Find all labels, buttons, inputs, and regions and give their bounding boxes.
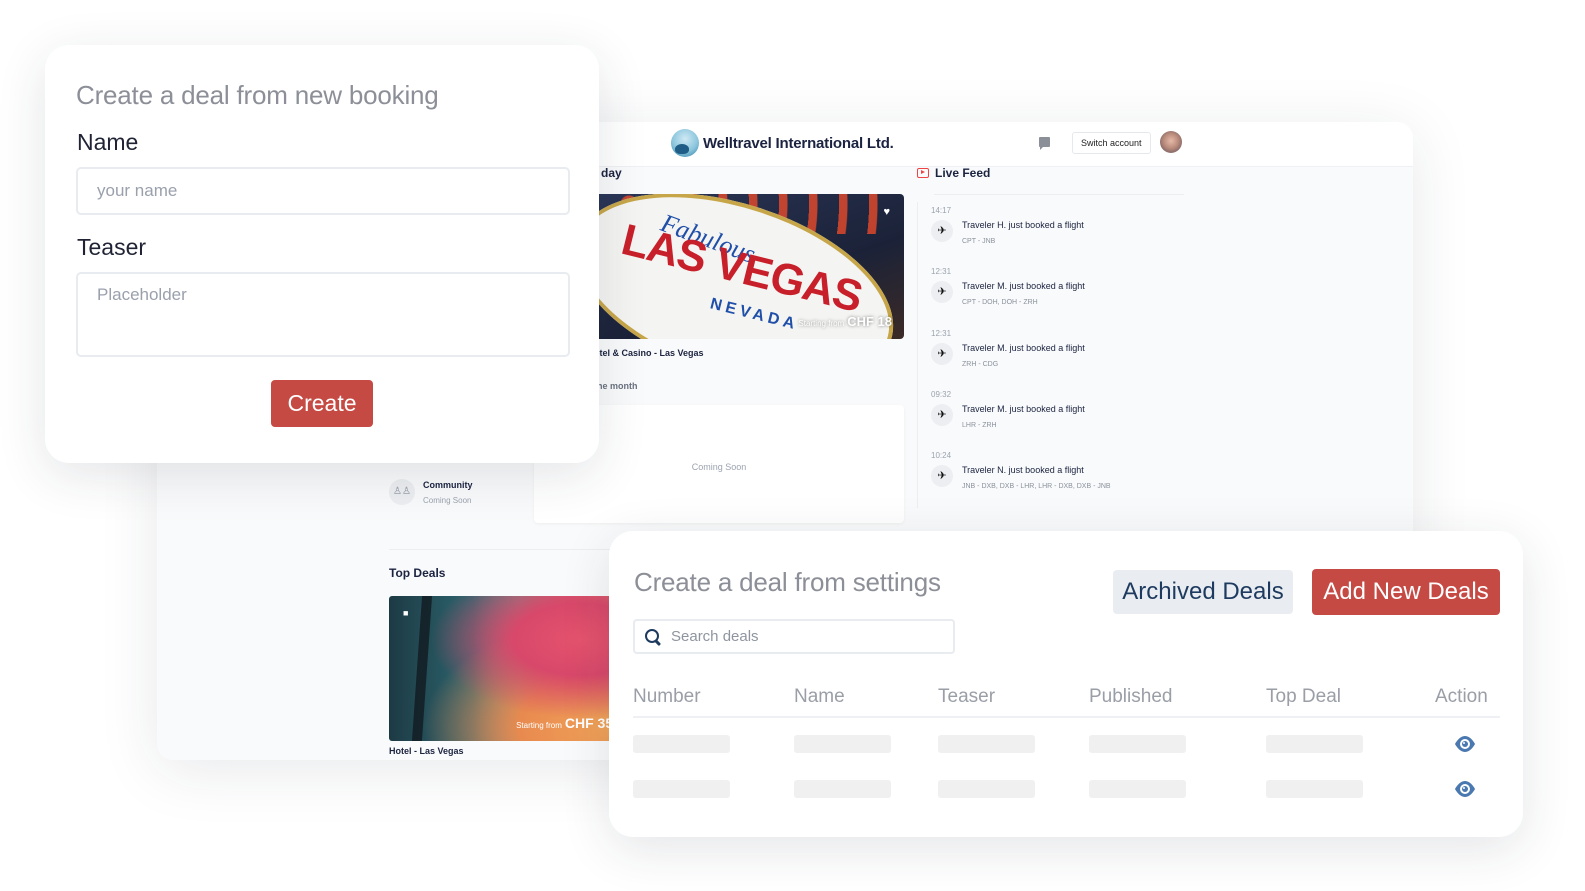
live-feed-title: Live Feed [935, 166, 991, 180]
column-header-name[interactable]: Name [794, 686, 845, 708]
tv-icon [917, 168, 929, 178]
eye-icon[interactable] [1453, 780, 1477, 798]
feed-item: 10:24 ✈ Traveler N. just booked a flight… [917, 447, 1187, 509]
teaser-label: Teaser [77, 234, 147, 260]
feed-text: Traveler H. just booked a flight [962, 220, 1084, 230]
create-deal-from-settings-card: Create a deal from settings Archived Dea… [609, 531, 1523, 837]
skeleton-cell [1089, 735, 1186, 753]
heart-icon[interactable]: ♥ [883, 206, 890, 218]
skeleton-cell [938, 780, 1035, 798]
feed-route: JNB - DXB, DXB - LHR, LHR - DXB, DXB - J… [962, 483, 1111, 491]
search-icon [644, 628, 662, 646]
community-icon: ♙♙ [389, 479, 415, 505]
search-input[interactable] [671, 628, 941, 645]
create-button[interactable]: Create [271, 380, 373, 427]
forest-image [411, 596, 433, 741]
price-prefix: Starting from [516, 721, 562, 730]
column-header-number[interactable]: Number [633, 686, 701, 708]
skeleton-cell [794, 735, 891, 753]
feed-item: 09:32 ✈ Traveler M. just booked a flight… [917, 385, 1187, 448]
feed-route: CPT - JNB [962, 238, 996, 245]
coming-soon-text: Coming Soon [691, 462, 747, 472]
top-deal-price: Starting from CHF 35. [516, 715, 617, 731]
skeleton-cell [938, 735, 1035, 753]
column-header-teaser[interactable]: Teaser [938, 686, 995, 708]
skeleton-cell [1266, 780, 1363, 798]
column-header-top-deal[interactable]: Top Deal [1266, 686, 1341, 708]
feed-time: 10:24 [931, 451, 952, 461]
live-feed-header: Live Feed [917, 166, 990, 180]
feed-text: Traveler M. just booked a flight [962, 281, 1085, 292]
top-deal-card[interactable]: ■ Starting from CHF 35. [389, 596, 629, 741]
table-row [633, 718, 1500, 763]
eye-icon[interactable] [1453, 735, 1477, 753]
skeleton-cell [1266, 735, 1363, 753]
column-header-published[interactable]: Published [1089, 686, 1172, 708]
top-deal-caption[interactable]: Hotel - Las Vegas [389, 746, 464, 756]
table-header: Number Name Teaser Published Top Deal Ac… [633, 683, 1500, 718]
luggage-icon: ■ [403, 608, 409, 618]
brand-logo-icon [671, 129, 699, 157]
card-title: Create a deal from settings [634, 567, 941, 597]
price-prefix: Starting from [798, 319, 845, 328]
community-item[interactable]: ♙♙ Community Coming Soon [389, 479, 473, 505]
feed-route: ZRH - CDG [962, 360, 999, 368]
community-title: Community [423, 479, 473, 490]
feed-time: 12:31 [931, 328, 952, 338]
price-value: CHF 18 [847, 314, 892, 329]
deals-table: Number Name Teaser Published Top Deal Ac… [633, 683, 1500, 808]
deal-of-month-title: he month [597, 381, 638, 391]
deal-of-day-price: Starting from CHF 18 [798, 314, 892, 329]
brand-name: Welltravel International Ltd. [703, 134, 894, 152]
deal-of-day-card[interactable]: Fabulous LAS VEGAS NEVADA ♥ Starting fro… [599, 194, 904, 339]
feed-item: 12:31 ✈ Traveler M. just booked a flight… [917, 263, 1187, 325]
plane-icon: ✈ [931, 465, 953, 488]
feed-item: 14:17 ✈ Traveler H. just booked a flight… [917, 202, 1187, 264]
card-title: Create a deal from new booking [76, 80, 439, 110]
feed-time: 09:32 [931, 389, 952, 399]
feed-text: Traveler N. just booked a flight [962, 465, 1084, 476]
name-input[interactable] [76, 167, 570, 215]
switch-account-button[interactable]: Switch account [1072, 132, 1151, 154]
plane-icon: ✈ [931, 281, 953, 304]
skeleton-cell [794, 780, 891, 798]
table-row [633, 763, 1500, 808]
feed-time: 14:17 [931, 206, 952, 215]
archived-deals-button[interactable]: Archived Deals [1113, 570, 1293, 614]
add-new-deals-button[interactable]: Add New Deals [1312, 569, 1500, 615]
chat-icon[interactable] [1039, 137, 1050, 150]
skeleton-cell [633, 735, 730, 753]
deal-of-day-title: day [601, 166, 622, 180]
plane-icon: ✈ [931, 342, 953, 365]
feed-route: LHR - ZRH [962, 421, 997, 429]
plane-icon: ✈ [931, 403, 953, 426]
search-field[interactable] [633, 619, 955, 654]
feed-time: 12:31 [931, 267, 952, 277]
feed-item: 12:31 ✈ Traveler M. just booked a flight… [917, 324, 1187, 386]
feed-text: Traveler M. just booked a flight [962, 403, 1085, 414]
skeleton-cell [633, 780, 730, 798]
column-header-action: Action [1435, 686, 1488, 707]
plane-icon: ✈ [931, 220, 953, 242]
name-label: Name [77, 129, 139, 155]
live-feed-list: 14:17 ✈ Traveler H. just booked a flight… [917, 202, 1187, 509]
deal-of-day-caption[interactable]: otel & Casino - Las Vegas [594, 348, 704, 358]
divider [934, 194, 1184, 195]
avatar[interactable] [1160, 131, 1182, 153]
teaser-textarea[interactable] [76, 272, 570, 357]
top-deals-title: Top Deals [389, 566, 446, 580]
community-subtitle: Coming Soon [423, 495, 472, 505]
feed-text: Traveler M. just booked a flight [962, 342, 1085, 353]
create-deal-from-booking-card: Create a deal from new booking Name Teas… [45, 45, 599, 463]
brand[interactable]: Welltravel International Ltd. [671, 129, 894, 157]
feed-route: CPT - DOH, DOH - ZRH [962, 299, 1038, 307]
skeleton-cell [1089, 780, 1186, 798]
